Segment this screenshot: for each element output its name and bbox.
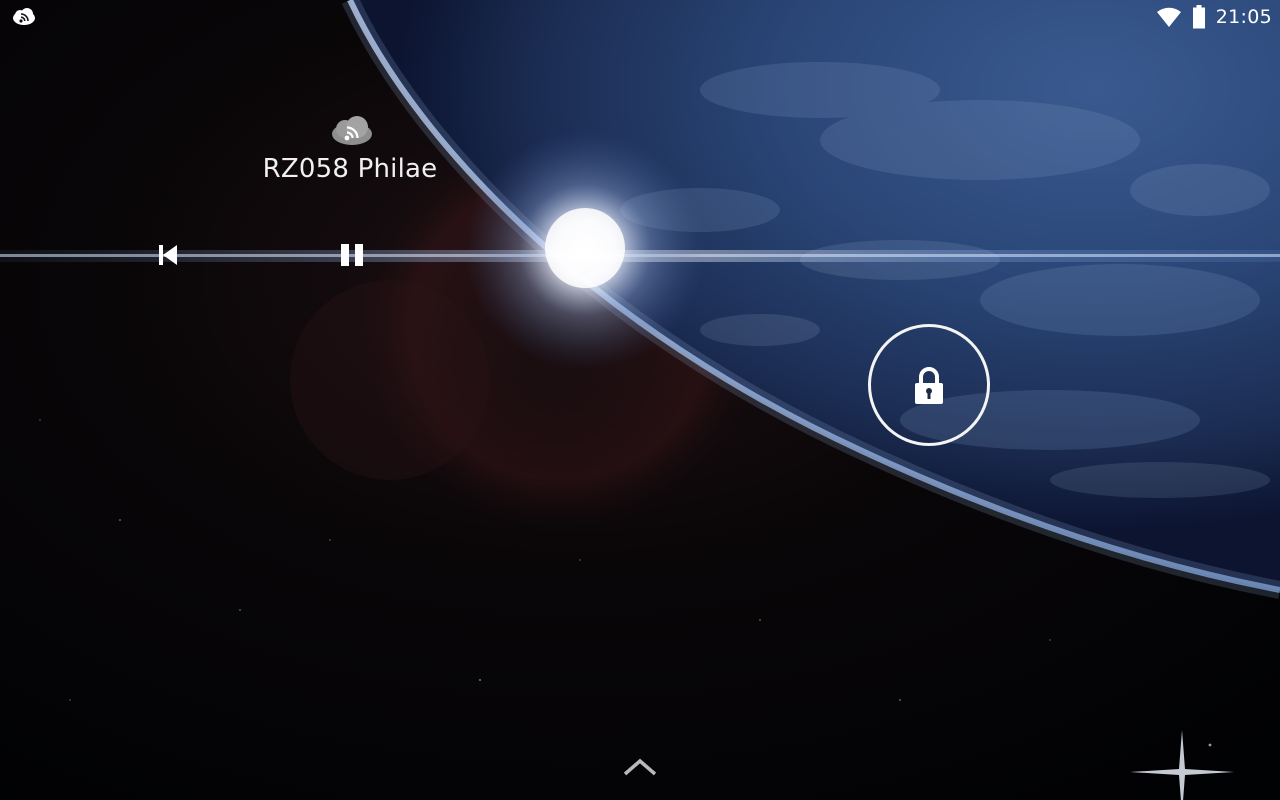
unlock-handle[interactable]: [868, 324, 990, 446]
pause-icon: [341, 244, 363, 266]
wifi-icon: [1156, 7, 1181, 28]
status-bar: 21:05: [0, 0, 1280, 34]
previous-track-button[interactable]: [144, 231, 192, 279]
track-title: RZ058 Philae: [262, 154, 438, 184]
lockscreen: 21:05 RZ058 Philae: [0, 0, 1280, 800]
cloud-rss-icon: [13, 8, 35, 25]
lock-icon: [915, 367, 943, 404]
skip-previous-icon: [159, 245, 177, 265]
status-clock: 21:05: [1215, 6, 1272, 28]
battery-icon: [1192, 5, 1205, 29]
cloud-rss-icon: [332, 116, 372, 145]
chevron-up-icon: [623, 758, 657, 776]
expand-widgets-button[interactable]: [620, 752, 660, 782]
media-widget: RZ058 Philae: [190, 108, 510, 208]
pause-button[interactable]: [328, 231, 376, 279]
status-icons: 21:05: [1156, 4, 1272, 30]
